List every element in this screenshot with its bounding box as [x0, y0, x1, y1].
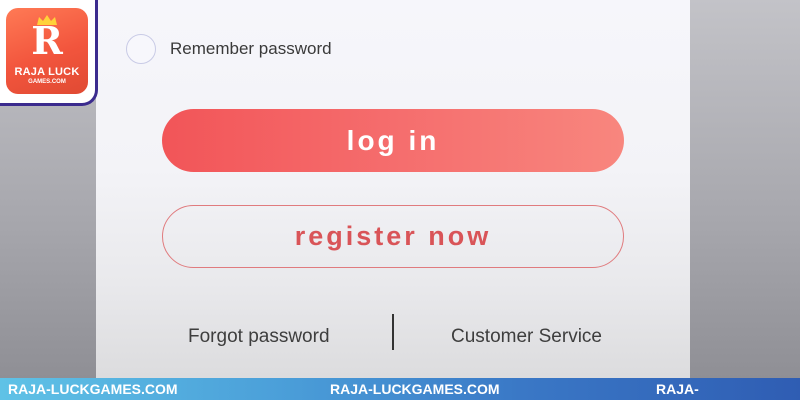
remember-password-row[interactable]: Remember password: [126, 34, 332, 64]
logo: R RAJA LUCK GAMES.COM: [6, 8, 88, 94]
remember-password-label: Remember password: [170, 39, 332, 58]
register-button[interactable]: register now: [162, 205, 624, 268]
right-backdrop: [690, 0, 800, 378]
logo-badge: R RAJA LUCK GAMES.COM: [0, 0, 98, 106]
footer-divider: [392, 314, 394, 350]
radio-circle-icon[interactable]: [126, 34, 156, 64]
watermark-text: RAJA-LUCKGAMES.COM: [8, 381, 178, 397]
forgot-password-link[interactable]: Forgot password: [188, 326, 330, 348]
customer-service-link[interactable]: Customer Service: [451, 326, 602, 348]
login-button[interactable]: log in: [162, 109, 624, 172]
logo-name: RAJA LUCK: [14, 66, 80, 78]
logo-subtitle: GAMES.COM: [28, 79, 66, 85]
watermark-text: RAJA-LUCKGAMES.COM: [656, 381, 783, 400]
watermark-text: RAJA-LUCKGAMES.COM: [330, 381, 500, 397]
logo-letter: R: [31, 18, 63, 63]
watermark-bar: RAJA-LUCKGAMES.COM RAJA-LUCKGAMES.COM RA…: [0, 378, 800, 400]
